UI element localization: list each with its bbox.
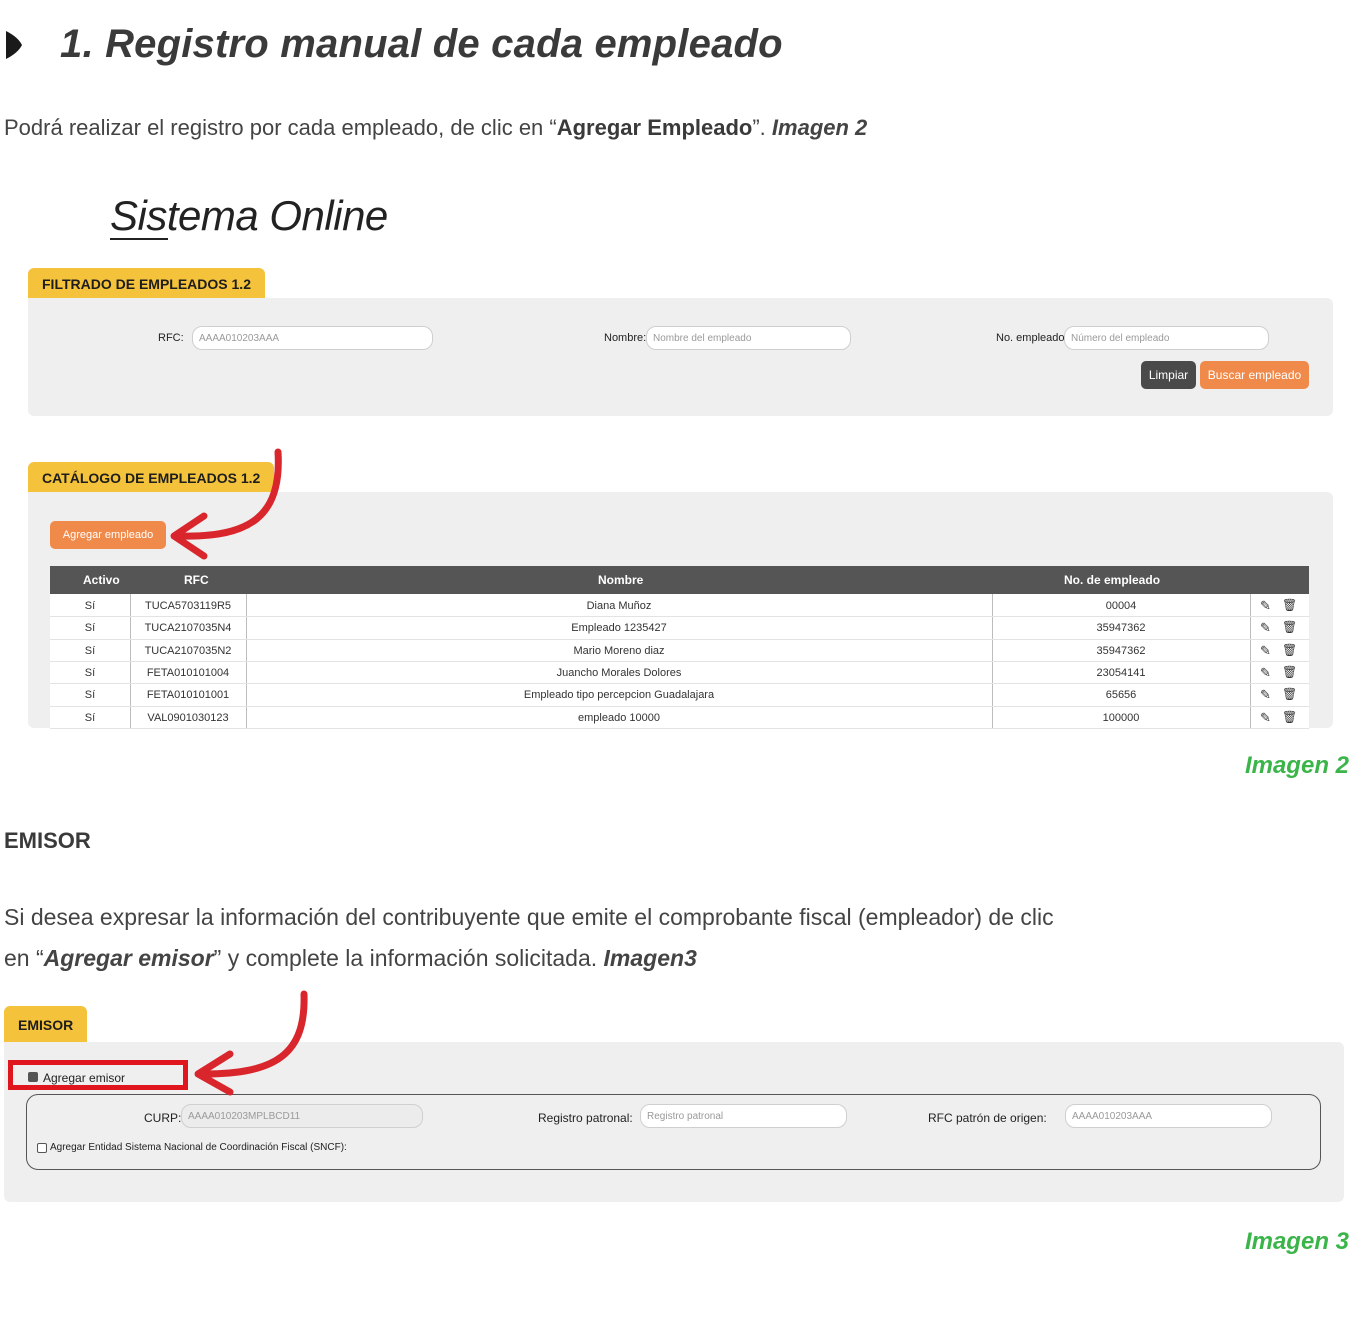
edit-icon[interactable]: ✎ [1260,687,1271,703]
nombre-input[interactable]: Nombre del empleado [646,326,851,350]
col-nombre: Nombre [598,573,644,587]
cell-no-empleado: 100000 [1102,711,1140,724]
page-title: 1. Registro manual de cada empleado [60,22,783,66]
cell-no-empleado: 00004 [1105,600,1137,612]
col-no-empleado: No. de empleado [1064,573,1161,587]
intro-text: Podrá realizar el registro por cada empl… [4,115,557,140]
line2-ref: Imagen3 [603,945,697,971]
cell-no-empleado: 35947362 [1096,622,1146,635]
cell-activo: Sí [84,622,96,635]
table-row[interactable]: Sí TUCA2107035N4 Empleado 1235427 35947362 ✎… [50,618,1309,640]
agregar-emisor-checkbox[interactable] [28,1072,38,1082]
cell-activo: Sí [84,600,96,612]
col-activo: Activo [83,573,120,587]
search-button[interactable]: Buscar empleado [1200,361,1309,389]
row-divider [50,683,1309,685]
delete-icon[interactable]: 🗑 [1282,687,1297,701]
cell-activo: Sí [84,666,96,679]
nombre-label: Nombre: [604,332,647,344]
agregar-emisor-label: Agregar emisor [43,1071,126,1085]
clear-button[interactable]: Limpiar [1141,361,1196,389]
tab-filtrado[interactable]: FILTRADO DE EMPLEADOS 1.2 [28,268,265,298]
delete-icon[interactable]: 🗑 [1282,620,1297,634]
cell-rfc: FETA010101001 [146,689,230,702]
cell-activo: Sí [84,689,96,702]
delete-icon[interactable]: 🗑 [1282,598,1297,612]
rfc-input[interactable]: AAAA010203AAA [192,326,433,350]
table-header: Activo RFC Nombre No. de empleado [50,566,1309,594]
row-divider [50,705,1309,707]
brand-underline [110,238,168,240]
cell-no-empleado: 35947362 [1096,644,1146,657]
cell-nombre: Empleado 1235427 [571,622,667,635]
rfc-label: RFC: [158,332,184,344]
cell-no-empleado: 65656 [1105,689,1137,702]
cell-activo: Sí [84,644,96,657]
caption-imagen-3: Imagen 3 [1244,1228,1349,1255]
caption-imagen-2: Imagen 2 [1244,752,1349,779]
intro-bold: Agregar Empleado [556,115,753,140]
table-row[interactable]: Sí FETA010101004 Juancho Morales Dolores 23… [50,663,1309,685]
cell-rfc: TUCA5703119R5 [144,600,232,612]
tab-emisor[interactable]: EMISOR [4,1006,88,1042]
intro-ref: Imagen 2 [771,115,868,140]
cell-no-empleado: 23054141 [1096,666,1146,679]
edit-icon[interactable]: ✎ [1260,598,1271,614]
edit-icon[interactable]: ✎ [1260,710,1271,726]
line2-em: Agregar emisor [43,945,214,971]
table-row[interactable]: Sí TUCA2107035N2 Mario Moreno diaz 35947362… [50,641,1309,663]
sncf-label: Agregar Entidad Sistema Nacional de Coor… [50,1142,347,1153]
delete-icon[interactable]: 🗑 [1282,710,1297,724]
registro-input[interactable]: Registro patronal [640,1104,847,1128]
add-employee-button[interactable]: Agregar empleado [50,521,166,549]
brand-logo: Sistema Online [110,192,388,239]
rfc-origen-input[interactable]: AAAA010203AAA [1065,1104,1272,1128]
edit-icon[interactable]: ✎ [1260,643,1271,659]
curp-input[interactable]: AAAA010203MPLBCD11 [181,1104,423,1128]
delete-icon[interactable]: 🗑 [1282,665,1297,679]
cell-nombre: Diana Muñoz [586,600,652,612]
noemp-input[interactable]: Número del empleado [1064,326,1269,350]
cell-rfc: TUCA2107035N4 [144,622,232,635]
registro-label: Registro patronal: [538,1111,633,1125]
sncf-checkbox[interactable] [37,1143,47,1153]
play-bullet-icon [6,30,22,59]
cell-nombre: Empleado tipo percepcion Guadalajara [523,689,715,702]
row-divider [50,638,1309,640]
emisor-heading: EMISOR [4,828,91,853]
noemp-label: No. empleado: [996,332,1068,344]
table-row[interactable]: Sí FETA010101001 Empleado tipo percepcion … [50,685,1309,707]
cell-rfc: FETA010101004 [146,666,230,679]
table-row[interactable]: Sí TUCA5703119R5 Diana Muñoz 00004 ✎ 🗑 [50,596,1309,618]
cell-nombre: empleado 10000 [578,711,660,724]
emisor-paragraph-line2: en “Agregar emisor” y complete la inform… [4,942,697,974]
row-divider [50,727,1309,729]
col-rfc: RFC [184,573,209,587]
edit-icon[interactable]: ✎ [1260,620,1271,636]
cell-rfc: VAL0901030123 [147,711,229,724]
line2-text-after: ” y complete la información solicitada. [213,945,604,971]
intro-text-after: ”. [752,115,772,140]
cell-rfc: TUCA2107035N2 [144,644,232,657]
arrow-pointer-icon [194,990,308,1096]
section-heading: 1. Registro manual de cada empleado [4,22,783,67]
line2-text: en “ [4,945,44,971]
cell-activo: Sí [84,711,96,724]
row-divider [50,660,1309,662]
cell-nombre: Juancho Morales Dolores [556,666,682,679]
curp-label: CURP: [144,1111,182,1125]
edit-icon[interactable]: ✎ [1260,665,1271,681]
cell-nombre: Mario Moreno diaz [573,644,665,657]
row-divider [50,616,1309,618]
emisor-paragraph-line1: Si desea expresar la información del con… [4,904,1054,930]
delete-icon[interactable]: 🗑 [1282,643,1297,657]
intro-paragraph: Podrá realizar el registro por cada empl… [4,112,867,144]
table-row[interactable]: Sí VAL0901030123 empleado 10000 100000 ✎ 🗑 [50,708,1309,730]
filter-panel [28,298,1333,416]
arrow-pointer-icon [170,448,282,560]
rfc-origen-label: RFC patrón de origen: [928,1111,1047,1125]
